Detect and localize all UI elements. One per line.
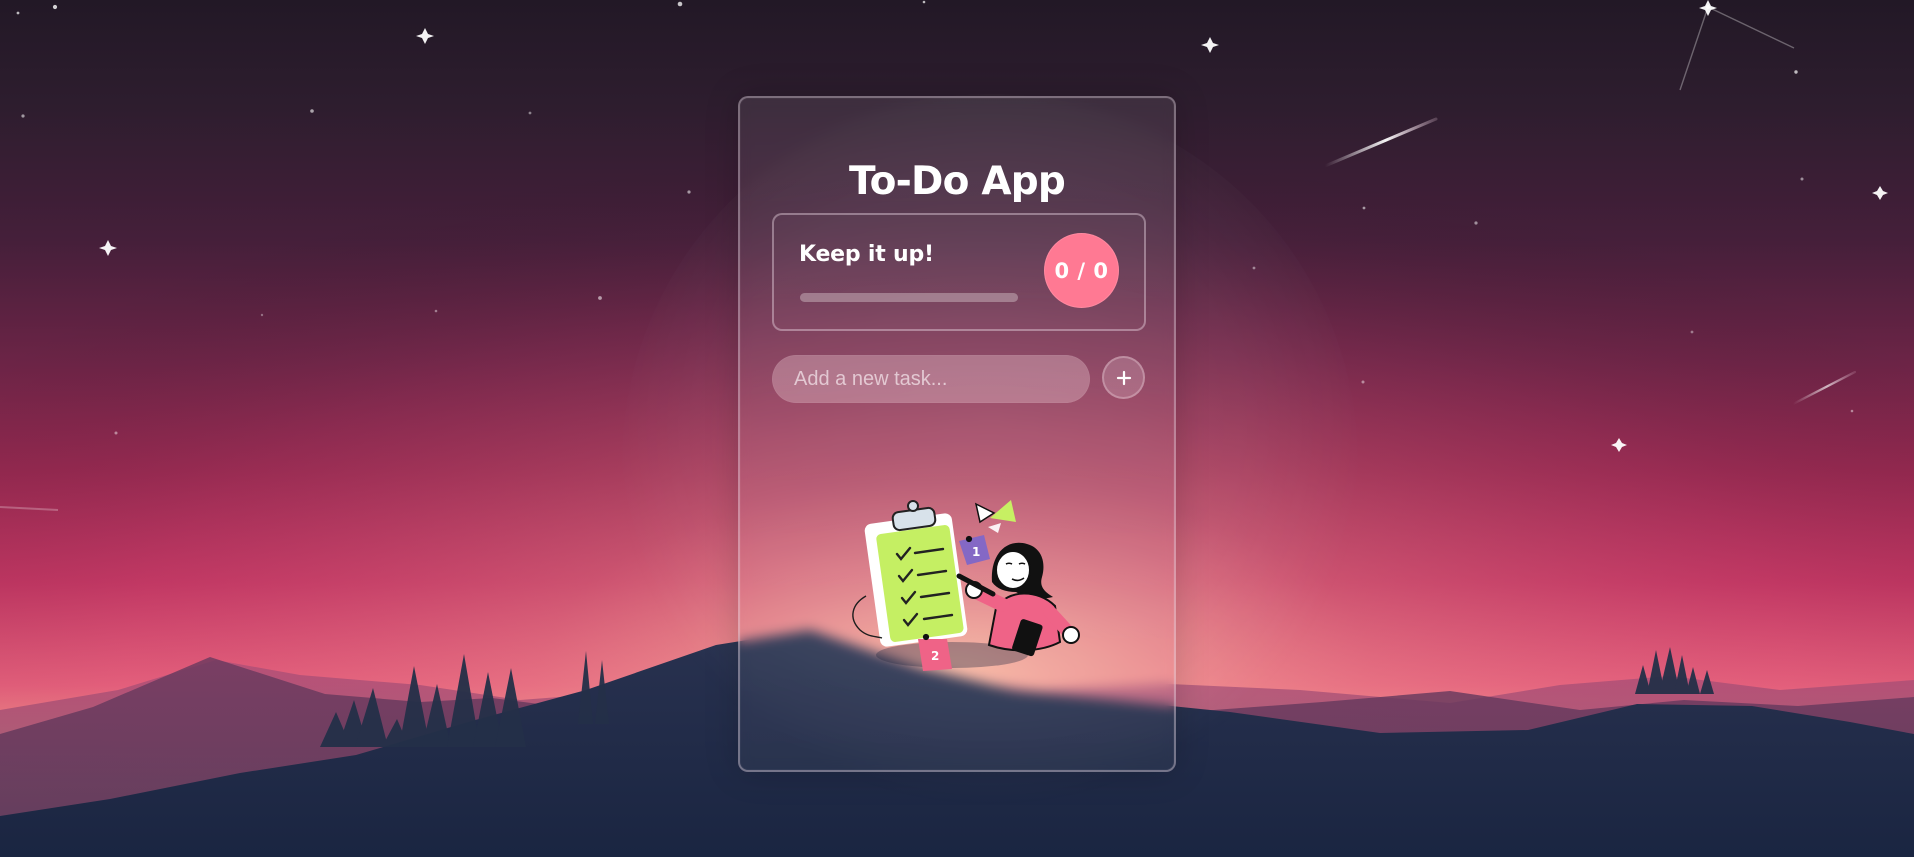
star	[1362, 206, 1366, 210]
empty-state-illustration: 1 2	[848, 488, 1084, 693]
star	[21, 114, 25, 118]
todo-illustration-icon: 1 2	[852, 500, 1080, 671]
star	[677, 1, 683, 7]
sticky-note-two: 2	[918, 633, 952, 671]
star	[1850, 409, 1854, 413]
star	[260, 313, 264, 317]
triangle-icon	[990, 500, 1016, 522]
sticky-number: 1	[972, 545, 980, 559]
face	[995, 550, 1031, 590]
star	[528, 111, 532, 115]
task-form	[772, 355, 1145, 403]
eye	[1018, 562, 1026, 565]
star	[1252, 266, 1256, 270]
star	[52, 4, 58, 10]
star	[114, 431, 118, 435]
hand	[1062, 626, 1080, 644]
star	[1800, 177, 1804, 181]
add-task-button[interactable]	[1102, 356, 1145, 399]
star	[1690, 330, 1694, 334]
plus-icon	[1116, 370, 1131, 385]
star	[1474, 221, 1478, 225]
star	[434, 309, 438, 313]
star	[922, 0, 926, 4]
clipboard-ring	[907, 500, 919, 512]
clipboard-icon	[852, 500, 968, 647]
star	[1361, 380, 1365, 384]
task-input[interactable]	[772, 355, 1090, 403]
star	[16, 11, 20, 15]
todo-card: To-Do App Keep it up! 0 / 0 Add a new ta…	[738, 96, 1176, 772]
star	[598, 296, 602, 300]
pin	[922, 633, 930, 641]
progress-message: Keep it up!	[799, 242, 934, 267]
eye	[1005, 562, 1013, 565]
todo-app-screen: To-Do App Keep it up! 0 / 0 Add a new ta…	[0, 0, 1914, 857]
progress-track	[800, 293, 1018, 302]
page-title: To-Do App	[849, 159, 1066, 205]
pin	[965, 535, 973, 543]
star	[310, 109, 314, 113]
decorative-triangles	[974, 500, 1016, 533]
star	[687, 190, 691, 194]
progress-panel: Keep it up! 0 / 0	[772, 213, 1146, 331]
star	[1794, 70, 1798, 74]
sticky-number: 2	[931, 649, 939, 663]
sticky-note-one: 1	[959, 535, 990, 565]
progress-counter: 0 / 0	[1044, 233, 1119, 308]
triangle-icon	[988, 523, 1001, 533]
clipboard-paper	[876, 525, 964, 642]
triangle-icon	[974, 502, 996, 524]
